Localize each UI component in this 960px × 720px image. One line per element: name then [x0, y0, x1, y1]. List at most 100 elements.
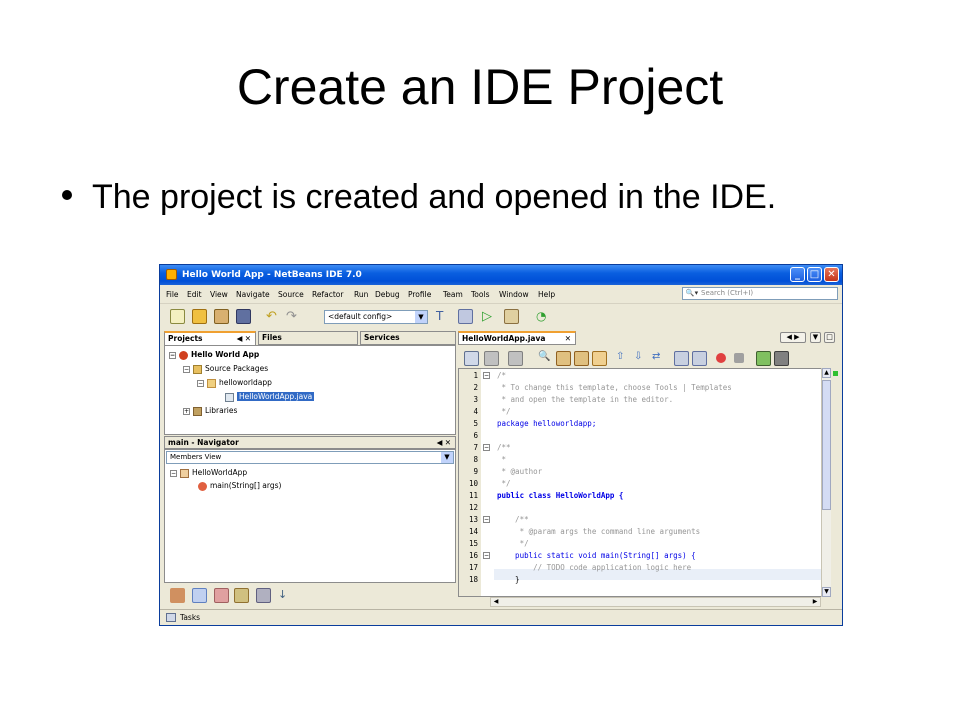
menu-team[interactable]: Team	[443, 290, 463, 299]
open-project-icon[interactable]	[214, 309, 229, 324]
redo-icon[interactable]: ↷	[286, 309, 301, 324]
editor-vertical-scrollbar[interactable]: ▲ ▼	[821, 368, 831, 597]
tasks-icon[interactable]	[166, 613, 176, 622]
stop-macro-icon[interactable]	[734, 353, 744, 363]
menu-navigate[interactable]: Navigate	[236, 290, 270, 299]
build-hammer-icon[interactable]: T	[436, 309, 451, 324]
window-titlebar[interactable]: Hello World App - NetBeans IDE 7.0 _ □ ✕	[160, 265, 842, 285]
undo-icon[interactable]: ↶	[266, 309, 281, 324]
tab-files[interactable]: Files	[258, 331, 358, 345]
line-number: 16	[468, 551, 478, 560]
comment-icon[interactable]	[756, 351, 771, 366]
forward-icon[interactable]	[508, 351, 523, 366]
menu-view[interactable]: View	[210, 290, 228, 299]
toggle-bookmark-icon[interactable]: ⇄	[652, 351, 667, 366]
menu-profile[interactable]: Profile	[408, 290, 431, 299]
shift-right-icon[interactable]	[692, 351, 707, 366]
new-project-icon[interactable]	[192, 309, 207, 324]
sort-name-icon[interactable]	[256, 588, 271, 603]
menu-source[interactable]: Source	[278, 290, 304, 299]
collapse-icon[interactable]: −	[197, 379, 204, 387]
navigator-class-item[interactable]: − HelloWorldApp	[170, 468, 247, 478]
close-icon[interactable]: ◀ ✕	[237, 333, 251, 345]
collapse-icon[interactable]: −	[183, 365, 190, 373]
tasks-label[interactable]: Tasks	[180, 613, 200, 622]
run-icon[interactable]: ▷	[482, 309, 497, 324]
filter-fields-icon[interactable]	[192, 588, 207, 603]
close-icon[interactable]: ✕	[565, 333, 571, 344]
record-macro-icon[interactable]	[716, 353, 726, 363]
sort-source-icon[interactable]: ↓	[278, 588, 293, 603]
document-list-icon[interactable]: ▼	[810, 332, 821, 343]
collapse-icon[interactable]: −	[169, 351, 176, 359]
config-select[interactable]: <default config> ▼	[324, 310, 428, 324]
source-history-icon[interactable]	[464, 351, 479, 366]
filter-nonpublic-icon[interactable]	[234, 588, 249, 603]
tree-item-package[interactable]: − helloworldapp	[197, 378, 272, 388]
menu-debug[interactable]: Debug	[375, 290, 400, 299]
clean-build-icon[interactable]	[458, 309, 473, 324]
close-icon[interactable]: ◀ ✕	[437, 437, 451, 448]
class-icon	[180, 468, 189, 478]
filter-static-icon[interactable]	[214, 588, 229, 603]
code-line: * @author	[497, 467, 543, 476]
filter-inherited-icon[interactable]	[170, 588, 185, 603]
code-line: */	[497, 407, 511, 416]
menu-edit[interactable]: Edit	[187, 290, 202, 299]
find-next-icon[interactable]	[574, 351, 589, 366]
line-number: 6	[473, 431, 478, 440]
editor-tab[interactable]: HelloWorldApp.java ✕	[458, 331, 576, 345]
code-editor[interactable]: 1 2 3 4 5 6 7 8 9 10 11 12 13 14 15 16 1…	[458, 368, 831, 597]
maximize-editor-icon[interactable]: □	[824, 332, 835, 343]
minimize-icon[interactable]: _	[790, 267, 805, 282]
next-bookmark-icon[interactable]: ⇩	[634, 351, 649, 366]
scroll-tabs-icon[interactable]: ◀ ▶	[780, 332, 806, 343]
libraries-icon	[193, 406, 202, 416]
expand-icon[interactable]: +	[183, 407, 190, 415]
navigator-member-item[interactable]: main(String[] args)	[198, 481, 281, 491]
prev-bookmark-icon[interactable]: ⇧	[616, 351, 631, 366]
tree-item-file[interactable]: HelloWorldApp.java	[225, 392, 315, 402]
back-icon[interactable]	[484, 351, 499, 366]
tree-item-source-packages[interactable]: − Source Packages	[183, 364, 268, 374]
menu-window[interactable]: Window	[499, 290, 529, 299]
menu-help[interactable]: Help	[538, 290, 555, 299]
save-all-icon[interactable]	[236, 309, 251, 324]
tree-item-libraries[interactable]: + Libraries	[183, 406, 237, 416]
line-number: 10	[468, 479, 478, 488]
collapse-icon[interactable]: −	[170, 469, 177, 477]
find-previous-icon[interactable]	[556, 351, 571, 366]
maximize-icon[interactable]: □	[807, 267, 822, 282]
uncomment-icon[interactable]	[774, 351, 789, 366]
fold-toggle-icon[interactable]: −	[483, 444, 490, 451]
navigator-header[interactable]: main - Navigator ◀ ✕	[164, 436, 456, 449]
close-icon[interactable]: ✕	[824, 267, 839, 282]
tab-projects[interactable]: Projects ◀ ✕	[164, 331, 256, 345]
search-input[interactable]: 🔍▾ Search (Ctrl+I)	[682, 287, 838, 300]
scroll-down-icon[interactable]: ▼	[822, 587, 831, 597]
toggle-highlight-icon[interactable]	[592, 351, 607, 366]
scroll-up-icon[interactable]: ▲	[822, 368, 831, 378]
menu-tools[interactable]: Tools	[471, 290, 489, 299]
line-number: 13	[468, 515, 478, 524]
folder-icon	[193, 364, 202, 374]
menu-refactor[interactable]: Refactor	[312, 290, 343, 299]
menu-run[interactable]: Run	[354, 290, 368, 299]
fold-toggle-icon[interactable]: −	[483, 552, 490, 559]
profile-icon[interactable]: ◔	[536, 309, 551, 324]
scroll-right-icon[interactable]: ▶	[810, 598, 820, 606]
tab-projects-label: Projects	[168, 334, 203, 343]
fold-toggle-icon[interactable]: −	[483, 516, 490, 523]
editor-horizontal-scrollbar[interactable]: ◀ ▶	[490, 597, 821, 607]
new-file-icon[interactable]	[170, 309, 185, 324]
debug-icon[interactable]	[504, 309, 519, 324]
tab-services[interactable]: Services	[360, 331, 456, 345]
tree-item-project[interactable]: − Hello World App	[169, 350, 259, 360]
shift-left-icon[interactable]	[674, 351, 689, 366]
fold-toggle-icon[interactable]: −	[483, 372, 490, 379]
scroll-left-icon[interactable]: ◀	[491, 598, 501, 606]
members-view-select[interactable]: Members View ▼	[166, 451, 454, 464]
find-icon[interactable]: 🔍	[538, 351, 553, 366]
scrollbar-thumb[interactable]	[822, 380, 831, 510]
menu-file[interactable]: File	[166, 290, 179, 299]
